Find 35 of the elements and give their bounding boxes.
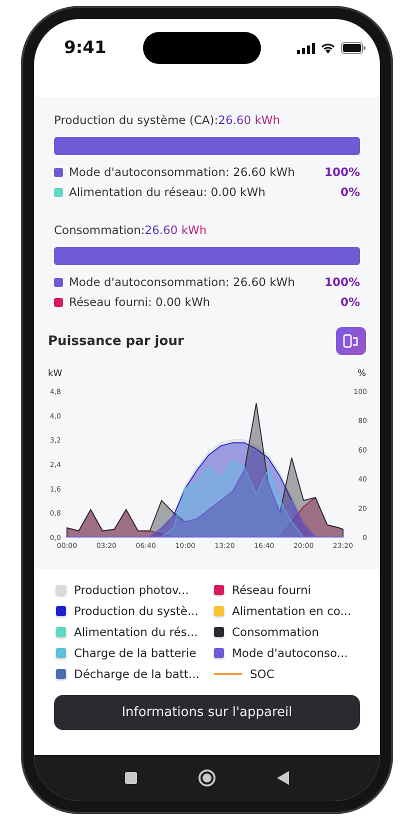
section-title: Production du système (CA): <box>54 113 218 127</box>
status-time: 9:41 <box>64 38 106 58</box>
battery-icon <box>340 42 366 54</box>
chart-title: Puissance par jour <box>48 334 184 348</box>
total-value: 26.60 kWh <box>218 113 280 127</box>
legend-label: Alimentation en co... <box>232 604 352 618</box>
percent-value: 100% <box>324 165 360 179</box>
device-switch-button[interactable] <box>336 327 366 355</box>
percent-value: 100% <box>324 275 360 289</box>
signal-icon <box>296 42 315 54</box>
wifi-icon <box>320 42 336 54</box>
legend-label: Réseau fourni <box>232 583 311 597</box>
row-label: Alimentation du réseau: 0.00 kWh <box>69 185 266 199</box>
percent-value: 0% <box>340 185 360 199</box>
total-value: 26.60 kWh <box>144 223 207 237</box>
axis-unit: kW <box>48 369 62 379</box>
legend-label: Production photov... <box>74 583 189 597</box>
legend-label: Décharge de la batt... <box>74 667 200 681</box>
legend-label: Production du systè... <box>74 604 198 618</box>
section-title: Consommation: <box>54 223 145 237</box>
legend-label: Consommation <box>232 625 319 639</box>
percent-value: 0% <box>340 295 360 309</box>
row-label: Mode d'autoconsommation: 26.60 kWh <box>69 165 296 179</box>
devices-icon <box>343 334 359 348</box>
axis-unit: % <box>357 369 366 379</box>
back-icon[interactable] <box>277 771 290 785</box>
row-label: Réseau fourni: 0.00 kWh <box>69 295 212 309</box>
legend-label: SOC <box>250 667 274 681</box>
legend-label: Charge de la batterie <box>74 646 196 660</box>
row-label: Mode d'autoconsommation: 26.60 kWh <box>69 275 296 289</box>
recents-icon[interactable] <box>124 772 137 784</box>
legend-label: Mode d'autoconso... <box>232 646 348 660</box>
home-icon[interactable] <box>198 769 216 787</box>
legend-label: Alimentation du rés... <box>74 625 198 639</box>
device-info-button[interactable]: Informations sur l'appareil <box>54 695 360 730</box>
